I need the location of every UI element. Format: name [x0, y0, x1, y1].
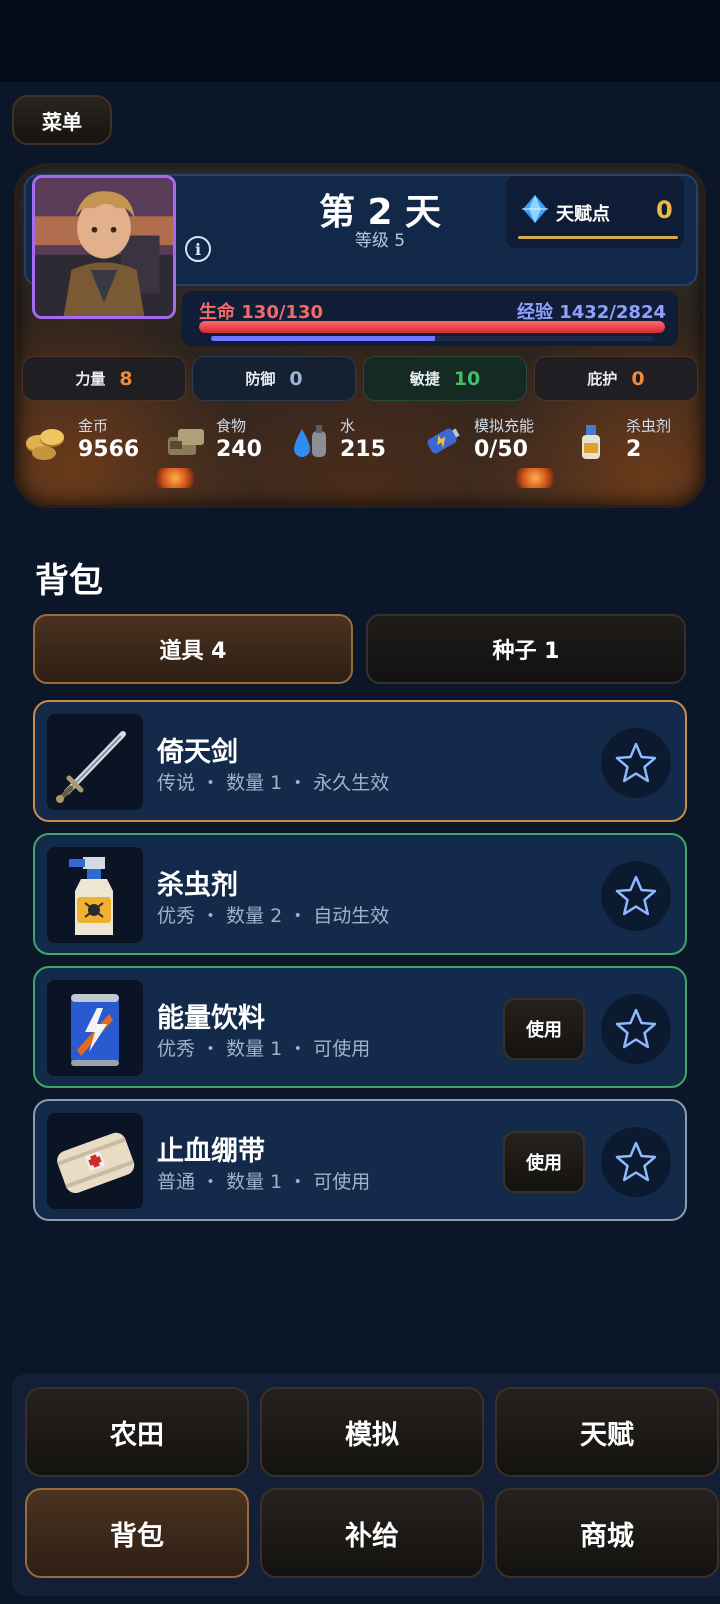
- resource-food: 食物 240: [164, 415, 274, 465]
- stat-defense: 防御 0: [192, 356, 356, 401]
- stat-value: 0: [289, 367, 303, 390]
- item-thumbnail: [47, 714, 143, 810]
- item-meta: 普通 ・ 数量 1 ・ 可使用: [157, 1171, 371, 1193]
- xp-bar-fill: [211, 336, 436, 341]
- talent-points-box[interactable]: 天赋点 0: [506, 176, 684, 248]
- energy-drink-icon: [71, 994, 119, 1066]
- stat-value: 8: [119, 367, 133, 390]
- resource-pesticide: 杀虫剂 2: [574, 415, 674, 465]
- stat-label: 敏捷: [409, 370, 440, 388]
- stat-strength: 力量 8: [22, 356, 186, 401]
- avatar[interactable]: [32, 175, 176, 319]
- talent-label: 天赋点: [556, 204, 610, 225]
- item-name: 能量饮料: [157, 1003, 265, 1034]
- nav-supply[interactable]: 补给: [260, 1488, 484, 1578]
- item-name: 杀虫剂: [157, 870, 238, 901]
- nav-talent[interactable]: 天赋: [495, 1387, 719, 1477]
- talent-underline: [518, 236, 678, 239]
- item-meta: 优秀 ・ 数量 2 ・ 自动生效: [157, 905, 390, 927]
- nav-backpack[interactable]: 背包: [25, 1488, 249, 1578]
- nav-farm[interactable]: 农田: [25, 1387, 249, 1477]
- star-icon: [615, 1008, 657, 1049]
- stat-label: 防御: [245, 370, 276, 388]
- xp-bar: [211, 336, 653, 341]
- stat-label: 庇护: [587, 370, 618, 388]
- list-item[interactable]: 杀虫剂 优秀 ・ 数量 2 ・ 自动生效: [33, 833, 687, 955]
- favorite-button[interactable]: [601, 728, 671, 798]
- menu-button[interactable]: 菜单: [12, 95, 112, 145]
- backpack-title: 背包: [35, 561, 103, 601]
- item-thumbnail: [47, 1113, 143, 1209]
- water-icon: [294, 425, 326, 457]
- item-name: 倚天剑: [157, 737, 238, 768]
- resource-label: 水: [340, 417, 356, 435]
- spray-icon: [69, 857, 113, 935]
- spray-icon: [582, 425, 600, 459]
- stat-label: 力量: [75, 370, 106, 388]
- stat-value: 0: [631, 367, 645, 390]
- hp-bar-fill: [199, 321, 665, 333]
- use-button[interactable]: 使用: [503, 998, 585, 1060]
- star-icon: [615, 742, 657, 783]
- star-icon: [615, 875, 657, 916]
- resource-value: 215: [340, 437, 386, 462]
- food-icon: [168, 429, 204, 455]
- nav-shop[interactable]: 商城: [495, 1488, 719, 1578]
- resource-gold: 金币 9566: [24, 415, 144, 465]
- diamond-icon: [522, 195, 548, 223]
- panel-lamp: [156, 468, 194, 488]
- resource-label: 杀虫剂: [626, 417, 672, 435]
- coins-icon: [26, 429, 64, 460]
- bandage-icon: [57, 1132, 135, 1194]
- favorite-button[interactable]: [601, 1127, 671, 1197]
- star-icon: [615, 1141, 657, 1182]
- level-label: 等级 5: [354, 231, 406, 251]
- item-meta: 传说 ・ 数量 1 ・ 永久生效: [157, 772, 390, 794]
- stat-agility: 敏捷 10: [363, 356, 527, 401]
- battery-icon: [427, 428, 460, 454]
- item-name: 止血绷带: [157, 1136, 265, 1167]
- favorite-button[interactable]: [601, 994, 671, 1064]
- sword-icon: [56, 731, 126, 803]
- stat-value: 10: [453, 367, 481, 390]
- item-meta: 优秀 ・ 数量 1 ・ 可使用: [157, 1038, 371, 1060]
- hp-bar: [199, 321, 665, 333]
- nav-simulate[interactable]: 模拟: [260, 1387, 484, 1477]
- resource-value: 2: [626, 437, 642, 462]
- item-thumbnail: [47, 980, 143, 1076]
- item-thumbnail: [47, 847, 143, 943]
- resource-value: 240: [216, 437, 262, 462]
- list-item[interactable]: 倚天剑 传说 ・ 数量 1 ・ 永久生效: [33, 700, 687, 822]
- resource-label: 金币: [78, 417, 109, 435]
- stat-shelter: 庇护 0: [534, 356, 698, 401]
- list-item[interactable]: 止血绷带 普通 ・ 数量 1 ・ 可使用 使用: [33, 1099, 687, 1221]
- resource-label: 食物: [216, 417, 247, 435]
- info-icon[interactable]: i: [185, 236, 211, 262]
- use-button[interactable]: 使用: [503, 1131, 585, 1193]
- top-status-strip: [0, 0, 720, 82]
- tab-seeds[interactable]: 种子 1: [366, 614, 686, 684]
- list-item[interactable]: 能量饮料 优秀 ・ 数量 1 ・ 可使用 使用: [33, 966, 687, 1088]
- talent-value: 0: [656, 196, 673, 224]
- panel-lamp: [516, 468, 554, 488]
- tab-items[interactable]: 道具 4: [33, 614, 353, 684]
- favorite-button[interactable]: [601, 861, 671, 931]
- resource-value: 0/50: [474, 437, 528, 462]
- resource-water: 水 215: [290, 415, 400, 465]
- resource-sim-charge: 模拟充能 0/50: [420, 415, 550, 465]
- resource-label: 模拟充能: [474, 417, 535, 435]
- resource-value: 9566: [78, 437, 140, 462]
